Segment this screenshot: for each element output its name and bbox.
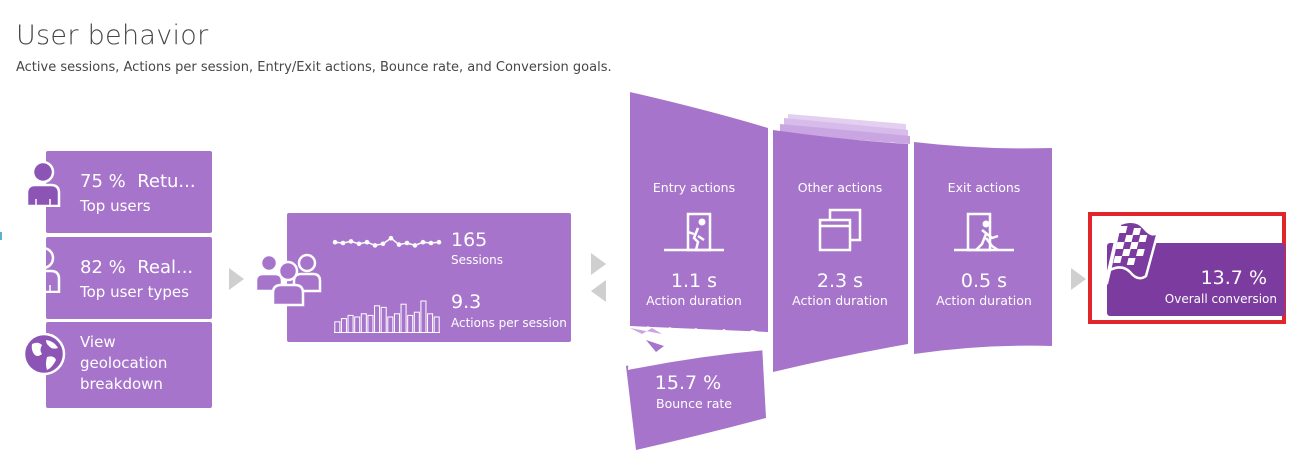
- bounce-rate-tile[interactable]: [628, 360, 763, 430]
- entry-actions-tile[interactable]: [630, 150, 768, 320]
- bar: [354, 316, 361, 333]
- sparkline-point: [372, 243, 378, 248]
- exit-actions-tile[interactable]: [914, 150, 1052, 320]
- sparkline-point: [356, 241, 362, 247]
- sparkline-point: [332, 239, 338, 245]
- bar: [380, 306, 387, 333]
- top-user-types-value: 82 % Real...: [80, 257, 194, 278]
- actions-value: 9.3: [451, 291, 482, 313]
- users-group-icon: [254, 253, 322, 307]
- left-edge-marker: [0, 232, 2, 240]
- page-subtitle: Active sessions, Actions per session, En…: [16, 60, 612, 75]
- actions-bar-chart: [334, 300, 440, 333]
- top-user-types-tile[interactable]: 82 % Real... Top user types: [25, 237, 212, 319]
- bar: [360, 313, 367, 333]
- sparkline-point: [388, 235, 394, 241]
- overall-conversion-value: 13.7 %: [1200, 267, 1267, 289]
- bar: [413, 311, 420, 333]
- checkered-flag-icon: [1104, 220, 1160, 285]
- bar: [347, 314, 354, 333]
- bar: [427, 313, 434, 333]
- sessions-sparkline: [332, 235, 442, 248]
- sparkline-point: [412, 243, 418, 248]
- sparkline-point: [380, 241, 386, 247]
- bar: [420, 300, 427, 333]
- sparkline-point: [404, 240, 410, 246]
- geolocation-tile[interactable]: View geolocation breakdown: [22, 322, 212, 408]
- globe-icon: [22, 332, 66, 376]
- sparkline-point: [396, 242, 402, 247]
- bar: [407, 314, 414, 333]
- arrow-right-icon: [229, 268, 244, 290]
- arrow-left-icon: [591, 280, 606, 302]
- top-user-types-label: Top user types: [80, 283, 189, 301]
- geolocation-label: View geolocation breakdown: [80, 333, 168, 393]
- page-title: User behavior: [16, 20, 209, 51]
- sessions-tile[interactable]: 165 Sessions 9.3 Actions per session: [254, 213, 571, 342]
- returning-user-icon: [25, 160, 61, 207]
- bar: [400, 303, 407, 333]
- bar: [387, 316, 394, 333]
- bar: [374, 305, 381, 333]
- bar: [367, 314, 374, 333]
- sparkline-point: [340, 240, 346, 246]
- sparkline-point: [364, 239, 370, 245]
- bar: [340, 318, 347, 333]
- sparkline-point: [428, 240, 434, 246]
- top-users-tile[interactable]: 75 % Retu... Top users: [25, 151, 212, 233]
- sparkline-point: [436, 239, 442, 245]
- top-users-value: 75 % Retu...: [80, 171, 196, 192]
- sessions-value: 165: [451, 229, 488, 251]
- other-actions-tile[interactable]: [773, 150, 908, 320]
- overall-conversion-label: Overall conversion: [1164, 292, 1277, 306]
- top-users-label: Top users: [80, 197, 151, 215]
- arrow-right-icon: [1071, 268, 1086, 290]
- sparkline-point: [348, 239, 354, 244]
- actions-label: Actions per session: [451, 316, 567, 330]
- real-user-icon: [25, 246, 61, 293]
- bar: [393, 313, 400, 333]
- sparkline-point: [420, 239, 426, 245]
- arrow-right-icon: [591, 253, 606, 275]
- bar: [334, 321, 341, 333]
- sessions-label: Sessions: [451, 253, 504, 267]
- bar: [433, 316, 440, 333]
